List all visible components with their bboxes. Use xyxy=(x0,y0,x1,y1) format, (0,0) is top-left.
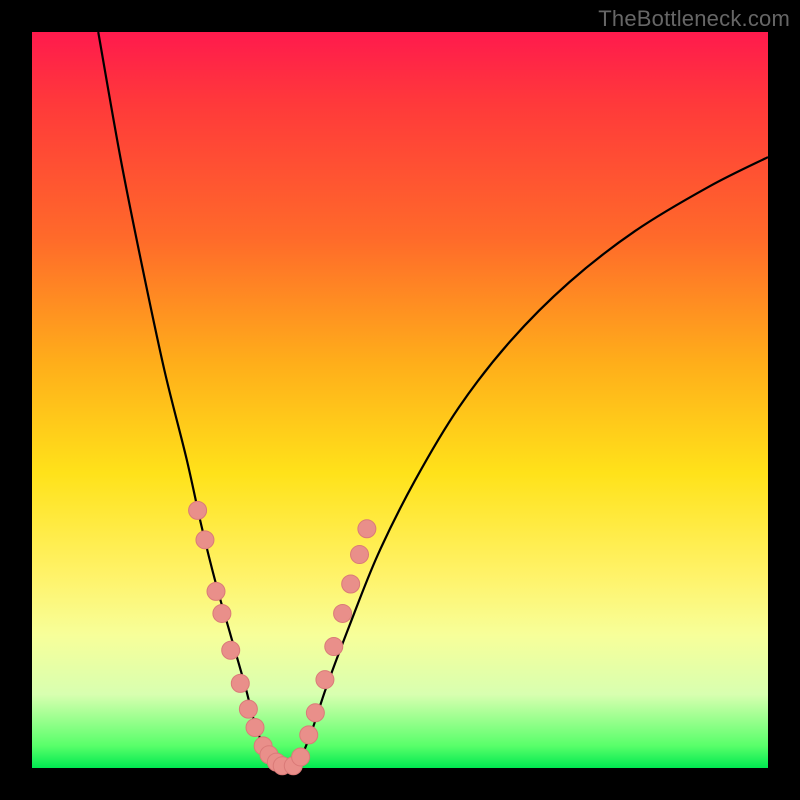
data-dot xyxy=(325,638,343,656)
plot-area xyxy=(32,32,768,768)
data-dot xyxy=(358,520,376,538)
data-dot xyxy=(246,719,264,737)
data-dot xyxy=(222,641,240,659)
chart-svg xyxy=(32,32,768,768)
data-dot xyxy=(316,671,334,689)
data-dot xyxy=(342,575,360,593)
data-dot xyxy=(300,726,318,744)
data-dot xyxy=(207,582,225,600)
data-dot xyxy=(351,546,369,564)
data-dot xyxy=(189,501,207,519)
watermark-text: TheBottleneck.com xyxy=(598,6,790,32)
data-dot xyxy=(239,700,257,718)
data-dot xyxy=(213,604,231,622)
curve-right xyxy=(297,157,768,768)
curve-left xyxy=(98,32,275,768)
data-dot xyxy=(292,748,310,766)
data-dot xyxy=(196,531,214,549)
data-dot xyxy=(306,704,324,722)
data-dot xyxy=(334,604,352,622)
outer-frame: TheBottleneck.com xyxy=(0,0,800,800)
data-dot xyxy=(231,674,249,692)
dots-right xyxy=(284,520,376,775)
dots-left xyxy=(189,501,292,774)
